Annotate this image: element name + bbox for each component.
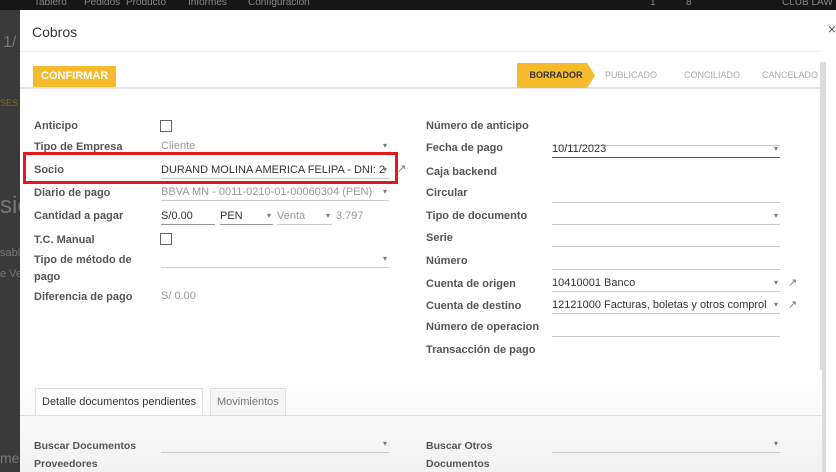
notification-count[interactable]: 1 (650, 0, 656, 8)
notebook: Detalle documentos pendientes Movimiento… (20, 370, 822, 472)
external-link-icon[interactable]: ↗ (788, 298, 797, 311)
bg-button: SES (0, 98, 19, 108)
label-num-operacion: Número de operacion (426, 321, 540, 333)
tipo-cambio-select[interactable]: Venta (277, 207, 332, 225)
numero-field[interactable] (552, 252, 780, 270)
tab-divider (20, 415, 822, 416)
top-navbar: Tablero Pedidos Producto Informes Config… (0, 0, 836, 10)
label-tc-manual: T.C. Manual (34, 234, 95, 246)
highlight-box (23, 152, 398, 184)
stage-publicado[interactable]: PUBLICADO (598, 63, 664, 88)
cantidad-input[interactable]: S/0.00 (161, 207, 215, 225)
diferencia-value: S/ 0.00 (161, 290, 196, 302)
label-circular: Circular (426, 187, 468, 199)
label-diferencia: Diferencia de pago (34, 291, 133, 303)
label-cantidad: Cantidad a pagar (34, 210, 124, 222)
tc-manual-checkbox[interactable] (160, 233, 172, 245)
label-caja: Caja backend (426, 166, 497, 178)
dialog-title: Cobros (32, 24, 78, 40)
fecha-input[interactable]: 10/11/2023 (552, 140, 780, 158)
activity-count[interactable]: 8 (686, 0, 692, 8)
stage-cancelado[interactable]: CANCELADO (758, 63, 822, 88)
label-fecha: Fecha de pago (426, 142, 504, 154)
cuenta-origen-select[interactable]: 10410001 Banco (552, 274, 780, 292)
tipo-metodo-select[interactable] (161, 250, 389, 268)
external-link-icon[interactable]: ↗ (788, 276, 797, 289)
bg-text: e Ve (0, 268, 23, 280)
diario-select[interactable]: BBVA MN - 0011-0210-01-00060304 (PEN) (161, 183, 389, 201)
external-link-icon[interactable]: ↗ (397, 162, 406, 175)
label-buscar-docs: Buscar Documentos Proveedores (34, 440, 137, 470)
moneda-select[interactable]: PEN (220, 207, 273, 225)
stage-conciliado[interactable]: CONCILIADO (672, 63, 752, 88)
buscar-docs-select[interactable] (161, 435, 389, 453)
tab-detalle[interactable]: Detalle documentos pendientes (35, 388, 204, 415)
label-cuenta-origen: Cuenta de origen (426, 278, 516, 290)
circular-field[interactable] (552, 185, 780, 203)
bg-text: me (0, 450, 20, 466)
buscar-otros-select[interactable] (552, 435, 780, 453)
menu-tablero[interactable]: Tablero (34, 0, 67, 8)
cuenta-destino-select[interactable]: 12121000 Facturas, boletas y otros compr… (552, 296, 780, 314)
label-numero: Número (426, 255, 468, 267)
menu-pedidos[interactable]: Pedidos (84, 0, 120, 8)
tab-movimientos[interactable]: Movimientos (210, 388, 286, 415)
tipo-doc-select[interactable] (552, 207, 780, 225)
menu-informes[interactable]: Informes (188, 0, 227, 8)
close-icon[interactable]: × (828, 21, 836, 37)
num-operacion-field[interactable] (552, 319, 780, 337)
menu-configuracion[interactable]: Configuración (248, 0, 310, 8)
label-tipo-metodo: Tipo de método de pago (34, 254, 132, 283)
label-buscar-otros: Buscar Otros Documentos (426, 440, 493, 470)
anticipo-checkbox[interactable] (160, 120, 172, 132)
label-transaccion: Transacción de pago (426, 344, 536, 356)
cobros-dialog: Cobros × CONFIRMAR BORRADOR PUBLICADO CO… (20, 10, 836, 472)
menu-producto[interactable]: Producto (126, 0, 166, 8)
confirm-button[interactable]: CONFIRMAR (33, 66, 117, 87)
label-anticipo: Anticipo (34, 120, 78, 132)
stage-borrador[interactable]: BORRADOR (517, 63, 595, 88)
status-bar: CONFIRMAR BORRADOR PUBLICADO CONCILIADO … (20, 51, 822, 89)
label-cuenta-destino: Cuenta de destino (426, 300, 522, 312)
label-serie: Serie (426, 232, 453, 244)
label-numero-anticipo: Número de anticipo (426, 120, 529, 132)
tasa-value: 3.797 (336, 210, 364, 222)
label-diario: Diario de pago (34, 187, 111, 199)
serie-field[interactable] (552, 229, 780, 247)
bg-pager: 1/ (3, 34, 17, 51)
label-tipo-doc: Tipo de documento (426, 210, 528, 222)
company-name[interactable]: CLUB LAW (782, 0, 833, 8)
